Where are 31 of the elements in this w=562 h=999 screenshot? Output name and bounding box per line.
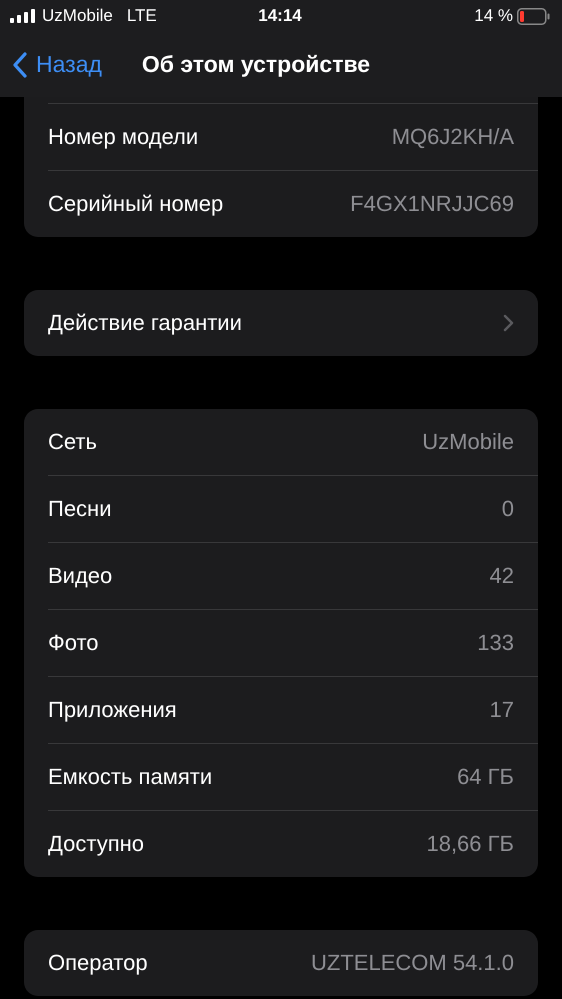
battery-percentage: 14 % [474,6,514,26]
battery-icon [517,8,550,24]
row-value: 133 [477,630,514,656]
row-label: Номер модели [48,124,198,150]
row-label: Доступно [48,831,144,857]
network-type: LTE [126,6,157,26]
row-label: Емкость памяти [48,764,212,790]
row-value: 17 [490,697,514,723]
row-label: Песни [48,496,112,522]
row-value: F4GX1NRJJC69 [350,191,514,217]
row-value: 64 ГБ [457,764,514,790]
row-label: Серийный номер [48,191,224,217]
row-value: 42 [490,563,514,589]
page-title: Об этом устройстве [142,51,370,78]
row-label: Фото [48,630,99,656]
back-chevron-icon [12,52,28,78]
row-value: MQ6J2KH/A [392,124,514,150]
carrier-name: UzMobile [42,6,113,26]
row-value: 18,66 ГБ [426,831,514,857]
settings-link-row[interactable]: Действие гарантии [48,290,538,356]
signal-icon [10,9,36,23]
row-label: Оператор [48,950,148,976]
row-value: UZTELECOM 54.1.0 [311,950,514,976]
row-label: Приложения [48,697,177,723]
row-label: Видео [48,563,112,589]
back-button[interactable]: Назад [12,51,102,78]
clock: 14:14 [258,6,302,26]
chevron-icon [503,314,514,332]
row-label: Сеть [48,429,97,455]
row-value: UzMobile [422,429,514,455]
row-value: 0 [502,496,514,522]
